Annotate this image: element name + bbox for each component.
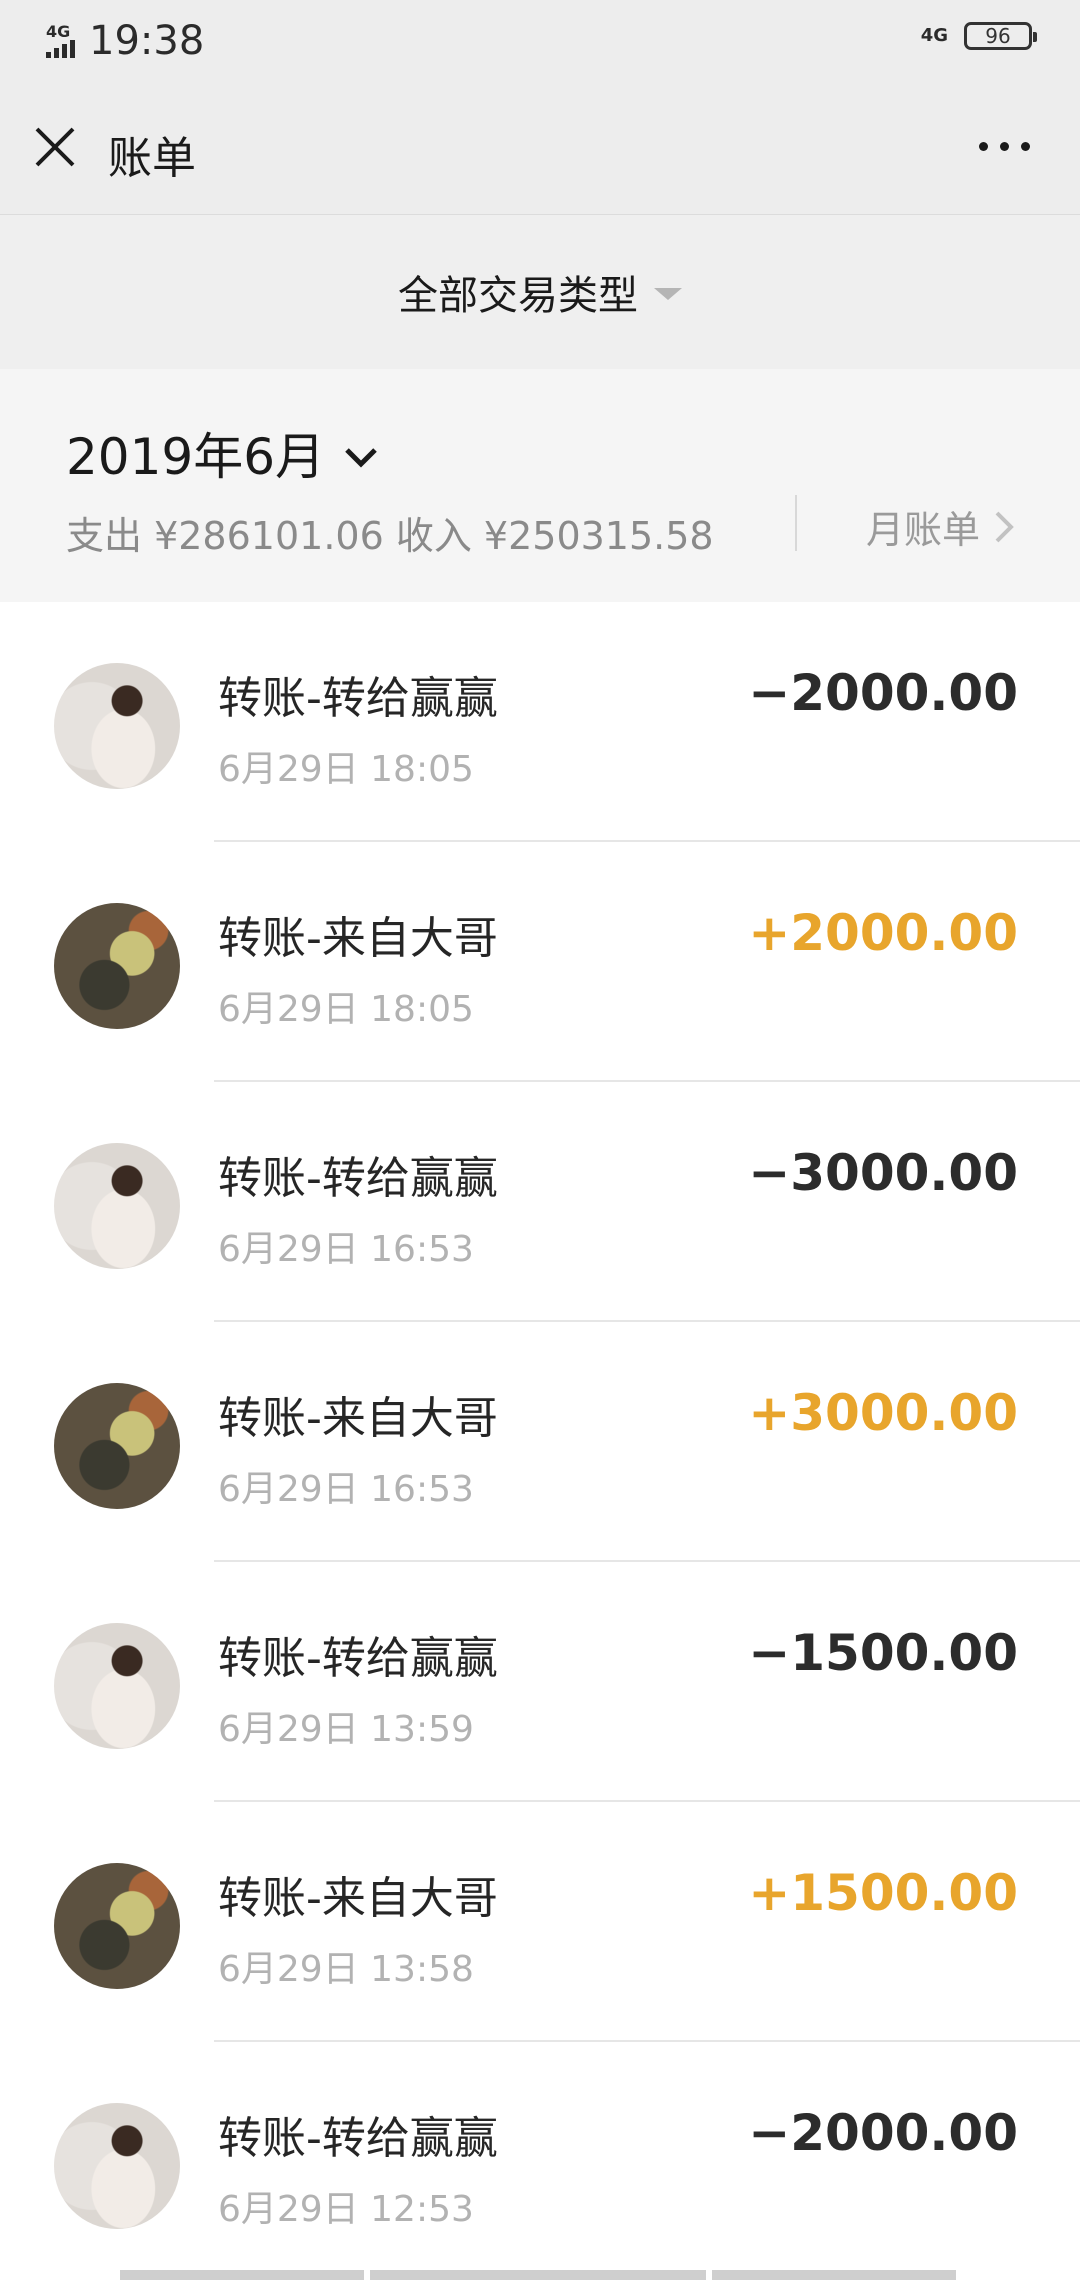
status-right: 4G 96 <box>920 22 1037 50</box>
transaction-title: 转账-转给赢赢 <box>218 673 498 724</box>
network-type-left: 4G <box>46 22 71 41</box>
transaction-row[interactable]: 转账-转给赢赢 6月29日 13:59 −1500.00 <box>0 1562 1080 1802</box>
battery-level: 96 <box>985 24 1011 48</box>
month-selector[interactable]: 2019年6月 <box>66 417 379 489</box>
transaction-list: 转账-转给赢赢 6月29日 18:05 −2000.00 转账-来自大哥 6月2… <box>0 602 1080 2282</box>
status-left: 4G 19:38 <box>46 18 204 64</box>
tab-indicator <box>120 2270 364 2280</box>
avatar <box>54 1383 180 1509</box>
transaction-type-filter[interactable]: 全部交易类型 <box>0 215 1080 369</box>
transaction-time: 6月29日 18:05 <box>218 989 474 1030</box>
transaction-time: 6月29日 16:53 <box>218 1469 474 1510</box>
transaction-row[interactable]: 转账-来自大哥 6月29日 16:53 +3000.00 <box>0 1322 1080 1562</box>
transaction-title: 转账-来自大哥 <box>218 1873 498 1924</box>
divider <box>795 495 797 551</box>
transaction-amount: +1500.00 <box>748 1864 1018 1922</box>
tab-indicator <box>370 2270 706 2280</box>
chevron-right-icon <box>995 511 1014 542</box>
transaction-time: 6月29日 16:53 <box>218 1229 474 1270</box>
transaction-amount: −1500.00 <box>748 1624 1018 1682</box>
avatar <box>54 1623 180 1749</box>
tab-indicator <box>712 2270 956 2280</box>
close-icon[interactable] <box>34 126 76 168</box>
transaction-row[interactable]: 转账-转给赢赢 6月29日 18:05 −2000.00 <box>0 602 1080 842</box>
transaction-row[interactable]: 转账-转给赢赢 6月29日 12:53 −2000.00 <box>0 2042 1080 2282</box>
transaction-amount: +2000.00 <box>748 904 1018 962</box>
more-icon[interactable] <box>979 142 1030 151</box>
caret-down-icon <box>654 288 682 300</box>
transaction-amount: −2000.00 <box>748 664 1018 722</box>
status-bar: 4G 19:38 4G 96 <box>0 0 1080 86</box>
chevron-down-icon <box>345 448 377 468</box>
bottom-tab-indicators <box>120 2270 956 2280</box>
transaction-time: 6月29日 12:53 <box>218 2189 474 2230</box>
filter-label: 全部交易类型 <box>398 273 638 319</box>
transaction-time: 6月29日 18:05 <box>218 749 474 790</box>
transaction-title: 转账-来自大哥 <box>218 913 498 964</box>
nav-bar: 账单 <box>0 86 1080 215</box>
transaction-row[interactable]: 转账-来自大哥 6月29日 18:05 +2000.00 <box>0 842 1080 1082</box>
month-summary-section: 2019年6月 支出 ¥286101.06 收入 ¥250315.58 月账单 <box>0 369 1080 602</box>
transaction-title: 转账-转给赢赢 <box>218 1153 498 1204</box>
transaction-row[interactable]: 转账-来自大哥 6月29日 13:58 +1500.00 <box>0 1802 1080 2042</box>
avatar <box>54 663 180 789</box>
transaction-title: 转账-来自大哥 <box>218 1393 498 1444</box>
avatar <box>54 903 180 1029</box>
month-totals: 支出 ¥286101.06 收入 ¥250315.58 <box>66 514 714 558</box>
network-type-right: 4G <box>920 25 948 46</box>
battery-icon: 96 <box>964 22 1037 50</box>
transaction-row[interactable]: 转账-转给赢赢 6月29日 16:53 −3000.00 <box>0 1082 1080 1322</box>
avatar <box>54 1863 180 1989</box>
monthly-bill-label: 月账单 <box>866 508 981 552</box>
clock: 19:38 <box>89 18 205 64</box>
month-title: 2019年6月 <box>66 428 326 486</box>
transaction-title: 转账-转给赢赢 <box>218 1633 498 1684</box>
avatar <box>54 2103 180 2229</box>
transaction-amount: +3000.00 <box>748 1384 1018 1442</box>
transaction-time: 6月29日 13:58 <box>218 1949 474 1990</box>
transaction-amount: −3000.00 <box>748 1144 1018 1202</box>
page-title: 账单 <box>108 133 196 184</box>
monthly-bill-link[interactable]: 月账单 <box>866 499 1014 554</box>
transaction-title: 转账-转给赢赢 <box>218 2113 498 2164</box>
avatar <box>54 1143 180 1269</box>
transaction-time: 6月29日 13:59 <box>218 1709 474 1750</box>
transaction-amount: −2000.00 <box>748 2104 1018 2162</box>
signal-icon: 4G <box>46 24 75 58</box>
